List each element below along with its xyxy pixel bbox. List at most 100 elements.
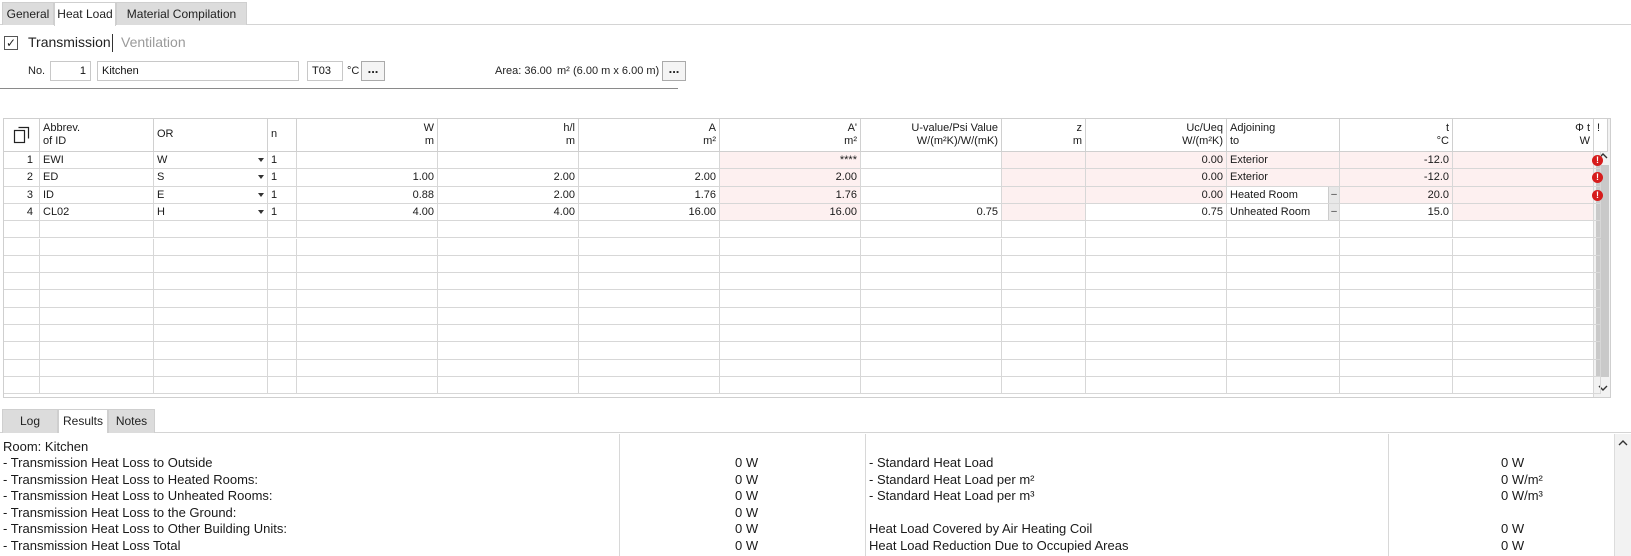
tab-results[interactable]: Results	[58, 409, 108, 433]
cell-u[interactable]	[861, 376, 1002, 395]
cell-u[interactable]	[861, 290, 1002, 308]
header-n[interactable]: n	[268, 119, 297, 152]
cell-or[interactable]	[154, 376, 268, 395]
cell-a[interactable]	[579, 359, 720, 377]
cell-z[interactable]	[1002, 238, 1086, 256]
header-w[interactable]: Wm	[297, 119, 438, 152]
cell-w[interactable]	[297, 325, 438, 343]
cell-uc[interactable]	[1086, 238, 1227, 256]
cell-id[interactable]	[40, 342, 154, 360]
cell-w[interactable]	[297, 221, 438, 239]
cell-phi[interactable]	[1453, 342, 1594, 360]
cell-or[interactable]	[154, 273, 268, 291]
cell-h[interactable]	[438, 255, 579, 274]
cell-z[interactable]	[1002, 359, 1086, 377]
cell-or[interactable]	[154, 238, 268, 256]
cell-h[interactable]	[438, 221, 579, 239]
cell-adj[interactable]: Exterior	[1227, 169, 1340, 187]
cell-or[interactable]: E	[154, 186, 268, 204]
tab-heat-load[interactable]: Heat Load	[54, 2, 116, 26]
cell-a2[interactable]	[720, 359, 861, 377]
temp-more-button[interactable]: ...	[361, 61, 385, 81]
cell-h[interactable]	[438, 152, 579, 170]
cell-h[interactable]: 2.00	[438, 169, 579, 187]
cell-z[interactable]	[1002, 307, 1086, 325]
cell-or[interactable]	[154, 342, 268, 360]
cell-t[interactable]	[1340, 221, 1453, 239]
cell-z[interactable]	[1002, 169, 1086, 187]
cell-adj[interactable]	[1227, 273, 1340, 291]
cell-or[interactable]	[154, 359, 268, 377]
cell-w[interactable]: 1.00	[297, 169, 438, 187]
cell-n[interactable]	[268, 376, 297, 395]
cell-or[interactable]: W	[154, 152, 268, 170]
cell-t[interactable]	[1340, 376, 1453, 395]
copy-header-cell[interactable]	[4, 119, 40, 152]
row-number[interactable]	[4, 273, 40, 291]
header-t[interactable]: t °C	[1340, 119, 1453, 152]
row-number[interactable]	[4, 238, 40, 256]
cell-or[interactable]	[154, 290, 268, 308]
cell-adj[interactable]	[1227, 238, 1340, 256]
cell-z[interactable]	[1002, 290, 1086, 308]
cell-t[interactable]	[1340, 359, 1453, 377]
cell-w[interactable]	[297, 307, 438, 325]
cell-id[interactable]: CL02	[40, 203, 154, 222]
cell-phi[interactable]	[1453, 273, 1594, 291]
cell-id[interactable]	[40, 273, 154, 291]
cell-z[interactable]	[1002, 203, 1086, 222]
cell-w[interactable]	[297, 342, 438, 360]
chevron-down-icon[interactable]	[258, 209, 264, 214]
cell-z[interactable]	[1002, 152, 1086, 170]
cell-n[interactable]: 1	[268, 169, 297, 187]
cell-uc[interactable]	[1086, 255, 1227, 274]
cell-or[interactable]	[154, 255, 268, 274]
row-number[interactable]	[4, 221, 40, 239]
cell-a2[interactable]	[720, 290, 861, 308]
cell-or[interactable]	[154, 221, 268, 239]
header-u-value[interactable]: U-value/Psi Value W/(m²K)/W/(mK)	[861, 119, 1002, 152]
cell-phi[interactable]	[1453, 203, 1594, 222]
tab-material-compilation[interactable]: Material Compilation	[116, 2, 247, 25]
cell-adj[interactable]: Unheated Room –	[1227, 203, 1340, 222]
cell-a[interactable]: 16.00	[579, 203, 720, 222]
cell-w[interactable]	[297, 359, 438, 377]
cell-uc[interactable]: 0.00	[1086, 152, 1227, 170]
cell-a2[interactable]: 1.76	[720, 186, 861, 204]
cell-uc[interactable]	[1086, 359, 1227, 377]
cell-w[interactable]: 0.88	[297, 186, 438, 204]
cell-t[interactable]: -12.0	[1340, 169, 1453, 187]
cell-uc[interactable]: 0.75	[1086, 203, 1227, 222]
cell-adj[interactable]	[1227, 255, 1340, 274]
cell-a2[interactable]	[720, 238, 861, 256]
cell-adj[interactable]	[1227, 307, 1340, 325]
cell-id[interactable]: ID	[40, 186, 154, 204]
transmission-checkbox[interactable]: ✓	[4, 36, 18, 50]
cell-a[interactable]	[579, 238, 720, 256]
row-number[interactable]	[4, 359, 40, 377]
header-z[interactable]: zm	[1002, 119, 1086, 152]
chevron-down-icon[interactable]	[258, 192, 264, 197]
cell-id[interactable]: ED	[40, 169, 154, 187]
cell-uc[interactable]	[1086, 325, 1227, 343]
cell-z[interactable]	[1002, 221, 1086, 239]
cell-a2[interactable]	[720, 273, 861, 291]
cell-uc[interactable]	[1086, 290, 1227, 308]
cell-id[interactable]	[40, 376, 154, 395]
cell-n[interactable]	[268, 255, 297, 274]
cell-n[interactable]	[268, 359, 297, 377]
cell-h[interactable]: 4.00	[438, 203, 579, 222]
cell-z[interactable]	[1002, 273, 1086, 291]
cell-a[interactable]	[579, 342, 720, 360]
cell-phi[interactable]	[1453, 169, 1594, 187]
cell-a2[interactable]: 16.00	[720, 203, 861, 222]
cell-h[interactable]	[438, 376, 579, 395]
cell-w[interactable]	[297, 273, 438, 291]
cell-a[interactable]: 2.00	[579, 169, 720, 187]
cell-h[interactable]	[438, 325, 579, 343]
error-icon[interactable]: !	[1592, 155, 1603, 166]
row-number[interactable]	[4, 255, 40, 274]
row-number[interactable]: 2	[4, 169, 40, 187]
cell-t[interactable]: 15.0	[1340, 203, 1453, 222]
cell-h[interactable]	[438, 290, 579, 308]
